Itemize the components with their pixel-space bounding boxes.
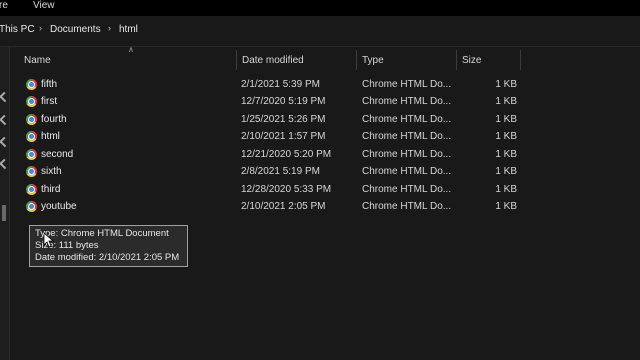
- file-date-modified: 2/1/2021 5:39 PM: [241, 79, 320, 90]
- file-date-modified: 1/25/2021 5:26 PM: [241, 114, 326, 125]
- file-name: sixth: [41, 166, 62, 177]
- chrome-html-file-icon: [26, 96, 37, 107]
- file-date-modified: 12/21/2020 5:20 PM: [241, 149, 332, 160]
- file-row[interactable]: fifth 2/1/2021 5:39 PM Chrome HTML Do...…: [10, 76, 520, 93]
- file-size: 1 KB: [495, 96, 517, 107]
- chrome-html-file-icon: [26, 131, 37, 142]
- column-divider[interactable]: [456, 50, 457, 70]
- tooltip-type: Type: Chrome HTML Document: [35, 228, 169, 239]
- file-row[interactable]: third 12/28/2020 5:33 PM Chrome HTML Do.…: [10, 181, 520, 198]
- file-name: third: [41, 184, 61, 195]
- file-row[interactable]: html 2/10/2021 1:57 PM Chrome HTML Do...…: [10, 128, 520, 145]
- chrome-html-file-icon: [26, 79, 37, 90]
- file-date-modified: 2/10/2021 2:05 PM: [241, 201, 326, 212]
- file-date-modified: 2/10/2021 1:57 PM: [241, 131, 326, 142]
- chrome-html-file-icon: [26, 149, 37, 160]
- chrome-html-file-icon: [26, 166, 37, 177]
- file-size: 1 KB: [495, 79, 517, 90]
- breadcrumb-documents[interactable]: Documents: [50, 24, 101, 35]
- chrome-html-file-icon: [26, 114, 37, 125]
- file-name: youtube: [41, 201, 77, 212]
- file-name: html: [41, 131, 60, 142]
- pin-icon: [0, 158, 10, 170]
- column-header-size[interactable]: Size: [462, 55, 481, 66]
- chevron-right-icon[interactable]: ›: [39, 23, 42, 33]
- file-row[interactable]: youtube 2/10/2021 2:05 PM Chrome HTML Do…: [10, 198, 520, 215]
- file-date-modified: 12/7/2020 5:19 PM: [241, 96, 326, 107]
- column-header-type[interactable]: Type: [362, 55, 384, 66]
- file-size: 1 KB: [495, 149, 517, 160]
- file-date-modified: 12/28/2020 5:33 PM: [241, 184, 332, 195]
- file-type: Chrome HTML Do...: [362, 96, 452, 107]
- column-header-name[interactable]: Name: [24, 55, 51, 66]
- file-row[interactable]: fourth 1/25/2021 5:26 PM Chrome HTML Do.…: [10, 111, 520, 128]
- column-divider[interactable]: [356, 50, 357, 70]
- file-row[interactable]: first 12/7/2020 5:19 PM Chrome HTML Do..…: [10, 93, 520, 110]
- file-row[interactable]: sixth 2/8/2021 5:19 PM Chrome HTML Do...…: [10, 163, 520, 180]
- file-name: fifth: [41, 79, 58, 90]
- menu-bar: re View: [0, 0, 640, 16]
- breadcrumb-this-pc[interactable]: This PC: [0, 24, 35, 35]
- pin-icon: [0, 91, 10, 103]
- file-size: 1 KB: [495, 201, 517, 212]
- column-header-row: ∧ Name Date modified Type Size: [10, 45, 640, 70]
- file-size: 1 KB: [495, 184, 517, 195]
- file-name: first: [41, 96, 58, 107]
- file-type: Chrome HTML Do...: [362, 166, 452, 177]
- pin-icon: [0, 136, 10, 148]
- pin-icon: [0, 114, 10, 126]
- mouse-cursor-icon: [44, 233, 54, 248]
- file-type: Chrome HTML Do...: [362, 114, 452, 125]
- sort-ascending-icon: ∧: [128, 45, 134, 54]
- file-type: Chrome HTML Do...: [362, 79, 452, 90]
- chrome-html-file-icon: [26, 184, 37, 195]
- file-size: 1 KB: [495, 114, 517, 125]
- file-size: 1 KB: [495, 131, 517, 142]
- file-name: fourth: [41, 114, 67, 125]
- nav-pane-scrollbar[interactable]: [2, 205, 6, 221]
- column-header-date[interactable]: Date modified: [242, 55, 304, 66]
- file-type: Chrome HTML Do...: [362, 184, 452, 195]
- column-divider[interactable]: [236, 50, 237, 70]
- column-divider[interactable]: [520, 50, 521, 70]
- file-type: Chrome HTML Do...: [362, 149, 452, 160]
- file-row[interactable]: second 12/21/2020 5:20 PM Chrome HTML Do…: [10, 146, 520, 163]
- navigation-pane[interactable]: [0, 47, 10, 360]
- menu-item-view[interactable]: View: [33, 0, 55, 11]
- breadcrumb-html[interactable]: html: [119, 24, 138, 35]
- file-name: second: [41, 149, 74, 160]
- file-type: Chrome HTML Do...: [362, 131, 452, 142]
- file-type: Chrome HTML Do...: [362, 201, 452, 212]
- chrome-html-file-icon: [26, 201, 37, 212]
- menu-item-file[interactable]: re: [0, 0, 8, 11]
- file-date-modified: 2/8/2021 5:19 PM: [241, 166, 320, 177]
- chevron-right-icon[interactable]: ›: [108, 23, 111, 33]
- file-size: 1 KB: [495, 166, 517, 177]
- tooltip-date-modified: Date modified: 2/10/2021 2:05 PM: [35, 252, 180, 263]
- breadcrumb: This PC › Documents › html: [0, 16, 640, 47]
